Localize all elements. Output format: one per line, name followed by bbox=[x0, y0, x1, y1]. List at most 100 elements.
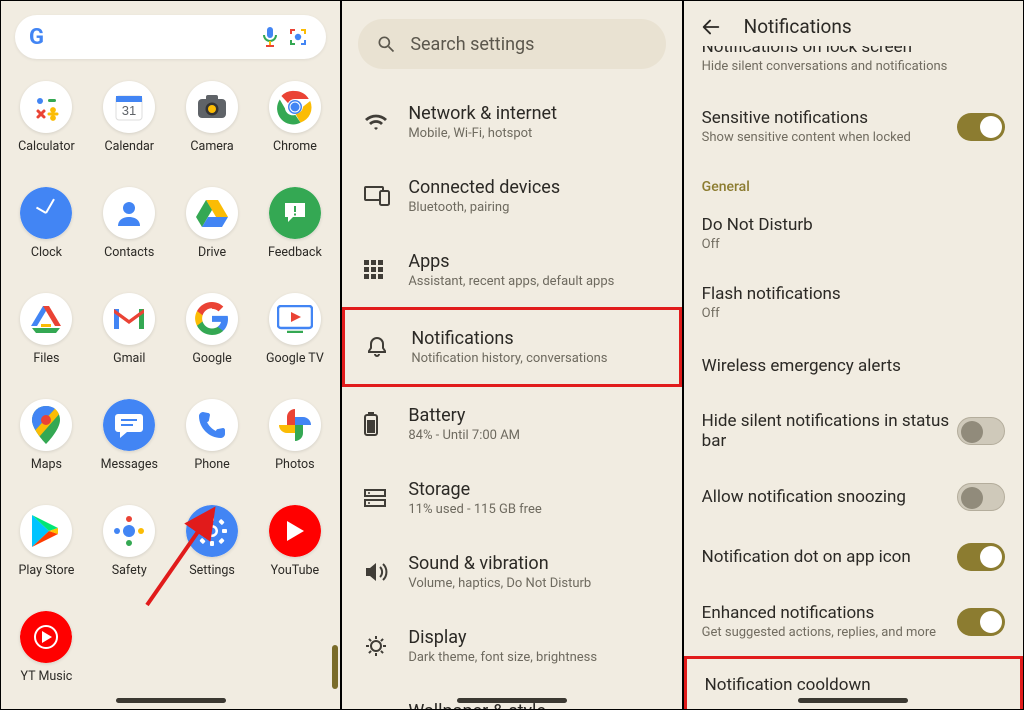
sound-icon bbox=[364, 562, 388, 582]
app-drive[interactable]: Drive bbox=[171, 179, 254, 285]
gmail-icon bbox=[103, 293, 155, 345]
settings-item-connected-devices[interactable]: Connected devicesBluetooth, pairing bbox=[342, 159, 681, 233]
sensitive-notifications-toggle[interactable] bbox=[957, 113, 1005, 141]
notif-row-do-not-disturb[interactable]: Do Not DisturbOff bbox=[684, 199, 1023, 268]
app-label: Calendar bbox=[104, 139, 154, 154]
phone-icon bbox=[186, 399, 238, 451]
app-camera[interactable]: Camera bbox=[171, 73, 254, 179]
app-calendar[interactable]: 31 Calendar bbox=[88, 73, 171, 179]
toggle[interactable] bbox=[957, 483, 1005, 511]
calendar-icon: 31 bbox=[103, 81, 155, 133]
app-gmail[interactable]: Gmail bbox=[88, 285, 171, 391]
page-title: Notifications bbox=[744, 15, 852, 38]
lock-screen-row[interactable]: Notifications on lock screen Hide silent… bbox=[684, 46, 1023, 92]
app-google-tv[interactable]: Google TV bbox=[253, 285, 336, 391]
app-label: Drive bbox=[198, 245, 226, 260]
gesture-nav-bar[interactable] bbox=[457, 698, 567, 703]
feedback-icon bbox=[269, 187, 321, 239]
app-label: Play Store bbox=[18, 563, 74, 578]
app-label: Calculator bbox=[18, 139, 75, 154]
back-icon[interactable] bbox=[700, 16, 722, 38]
devices-icon bbox=[364, 186, 388, 206]
app-google[interactable]: Google bbox=[171, 285, 254, 391]
toggle[interactable] bbox=[957, 608, 1005, 636]
settings-item-battery[interactable]: Battery84% - Until 7:00 AM bbox=[342, 387, 681, 461]
app-label: Chrome bbox=[273, 139, 317, 154]
settings-icon bbox=[186, 505, 238, 557]
app-play-store[interactable]: Play Store bbox=[5, 497, 88, 603]
settings-root-panel: Search settings Network & internetMobile… bbox=[341, 0, 682, 710]
app-label: Google TV bbox=[266, 351, 324, 366]
app-label: Settings bbox=[189, 563, 235, 578]
google-icon bbox=[186, 293, 238, 345]
app-settings[interactable]: Settings bbox=[171, 497, 254, 603]
settings-search-placeholder: Search settings bbox=[410, 34, 534, 55]
battery-icon bbox=[364, 412, 388, 436]
notifications-settings-panel: Notifications Notifications on lock scre… bbox=[683, 0, 1024, 710]
app-youtube[interactable]: YouTube bbox=[253, 497, 336, 603]
play-icon bbox=[20, 505, 72, 557]
scrollbar[interactable] bbox=[332, 645, 338, 689]
app-safety[interactable]: Safety bbox=[88, 497, 171, 603]
gesture-nav-bar[interactable] bbox=[116, 698, 226, 703]
apps-icon bbox=[364, 260, 388, 280]
photos-icon bbox=[269, 399, 321, 451]
google-searchbar[interactable]: G bbox=[15, 15, 326, 59]
app-yt-music[interactable]: YT Music bbox=[5, 603, 88, 709]
app-label: YT Music bbox=[21, 669, 73, 684]
app-calculator[interactable]: Calculator bbox=[5, 73, 88, 179]
toggle[interactable] bbox=[957, 417, 1005, 445]
display-icon bbox=[364, 634, 388, 658]
app-phone[interactable]: Phone bbox=[171, 391, 254, 497]
app-chrome[interactable]: Chrome bbox=[253, 73, 336, 179]
drive-icon bbox=[186, 187, 238, 239]
app-label: Clock bbox=[31, 245, 62, 260]
app-label: Gmail bbox=[113, 351, 145, 366]
app-messages[interactable]: Messages bbox=[88, 391, 171, 497]
google-logo: G bbox=[29, 25, 44, 50]
notif-row-allow-notification-snoozing[interactable]: Allow notification snoozing bbox=[684, 467, 1023, 527]
app-grid: Calculator 31 Calendar Camera Chrome Clock Con… bbox=[1, 65, 340, 709]
app-drawer-panel: G Calculator31CalendarCameraChromeClockC… bbox=[0, 0, 341, 710]
notif-row-hide-silent-notifications-in-status-bar[interactable]: Hide silent notifications in status bar bbox=[684, 395, 1023, 467]
app-maps[interactable]: Maps bbox=[5, 391, 88, 497]
app-contacts[interactable]: Contacts bbox=[88, 179, 171, 285]
settings-item-display[interactable]: DisplayDark theme, font size, brightness bbox=[342, 609, 681, 683]
app-label: Safety bbox=[112, 563, 147, 578]
app-label: YouTube bbox=[271, 563, 320, 578]
settings-list: Network & internetMobile, Wi-Fi, hotspot… bbox=[342, 79, 681, 709]
mic-icon[interactable] bbox=[260, 26, 286, 48]
youtube-icon bbox=[269, 505, 321, 557]
sensitive-notifications-row[interactable]: Sensitive notifications Show sensitive c… bbox=[684, 92, 1023, 161]
notif-row-flash-notifications[interactable]: Flash notificationsOff bbox=[684, 268, 1023, 337]
settings-item-wallpaper-style[interactable]: Wallpaper & styleColors, themed icons, a… bbox=[342, 683, 681, 709]
svg-text:31: 31 bbox=[122, 103, 136, 118]
settings-item-notifications[interactable]: NotificationsNotification history, conve… bbox=[342, 307, 681, 387]
app-label: Camera bbox=[190, 139, 233, 154]
settings-search[interactable]: Search settings bbox=[358, 19, 665, 69]
settings-item-network-internet[interactable]: Network & internetMobile, Wi-Fi, hotspot bbox=[342, 85, 681, 159]
ytmusic-icon bbox=[20, 611, 72, 663]
search-icon bbox=[376, 34, 396, 54]
lens-icon[interactable] bbox=[286, 25, 312, 49]
app-photos[interactable]: Photos bbox=[253, 391, 336, 497]
notif-row-notification-dot-on-app-icon[interactable]: Notification dot on app icon bbox=[684, 527, 1023, 587]
section-general: General bbox=[684, 161, 1023, 199]
app-label: Phone bbox=[194, 457, 229, 472]
wallpaper-icon bbox=[364, 708, 388, 709]
settings-item-sound-vibration[interactable]: Sound & vibrationVolume, haptics, Do Not… bbox=[342, 535, 681, 609]
notif-row-wireless-emergency-alerts[interactable]: Wireless emergency alerts bbox=[684, 337, 1023, 395]
contacts-icon bbox=[103, 187, 155, 239]
clock-icon bbox=[20, 187, 72, 239]
app-feedback[interactable]: Feedback bbox=[253, 179, 336, 285]
storage-icon bbox=[364, 489, 388, 507]
app-label: Contacts bbox=[104, 245, 154, 260]
app-files[interactable]: Files bbox=[5, 285, 88, 391]
toggle[interactable] bbox=[957, 543, 1005, 571]
settings-item-storage[interactable]: Storage11% used - 115 GB free bbox=[342, 461, 681, 535]
notif-row-enhanced-notifications[interactable]: Enhanced notificationsGet suggested acti… bbox=[684, 587, 1023, 656]
app-label: Messages bbox=[101, 457, 158, 472]
app-clock[interactable]: Clock bbox=[5, 179, 88, 285]
settings-item-apps[interactable]: AppsAssistant, recent apps, default apps bbox=[342, 233, 681, 307]
gesture-nav-bar[interactable] bbox=[798, 698, 908, 703]
